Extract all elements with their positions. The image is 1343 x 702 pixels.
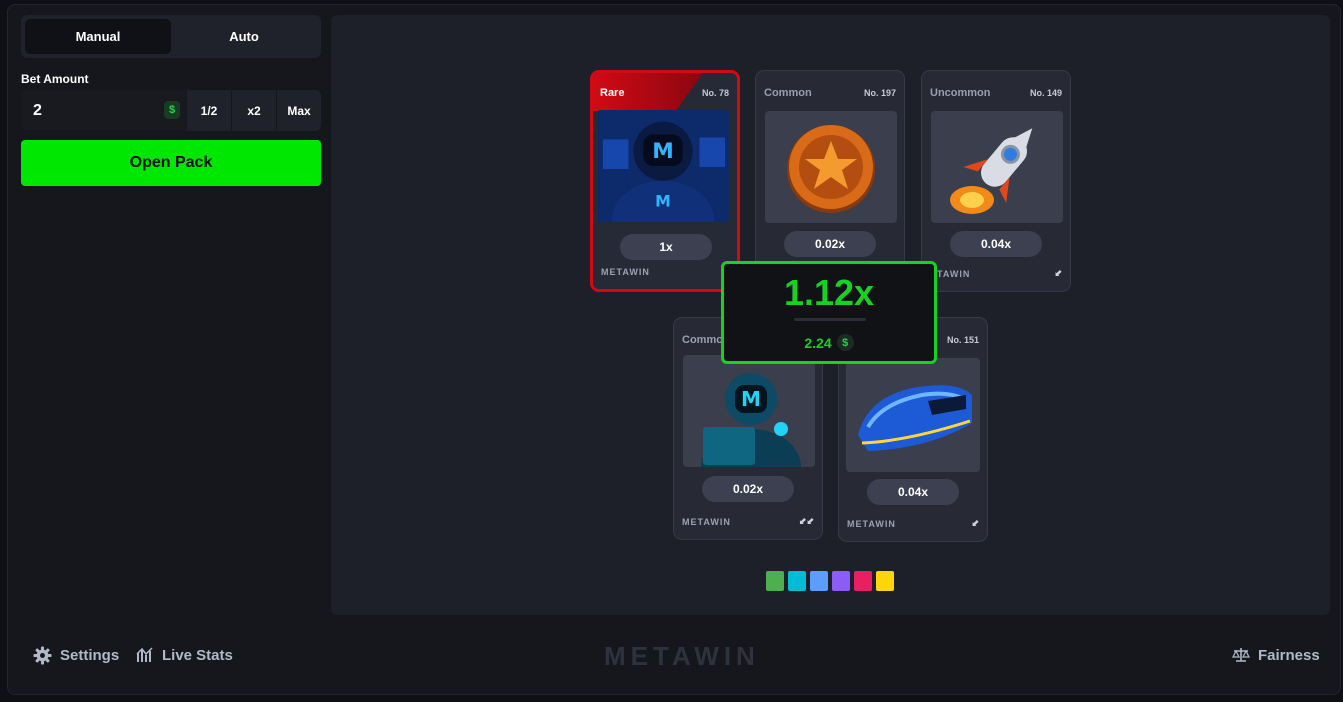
result-panel: 1.12x 2.24 $ <box>721 261 937 364</box>
color-swatches <box>766 571 894 591</box>
swatch[interactable] <box>766 571 784 591</box>
bet-amount-label: Bet Amount <box>21 72 89 86</box>
double-bet-button[interactable]: x2 <box>231 90 276 131</box>
card-multiplier: 0.04x <box>867 479 959 505</box>
hacker-laptop-icon: M <box>683 355 815 467</box>
card-number: No. 197 <box>863 88 896 98</box>
result-payout-value: 2.24 <box>804 334 832 351</box>
fairness-button[interactable]: Fairness <box>1232 646 1320 664</box>
card-uncommon: Uncommon No. 149 0.04x ETAWIN ⬋ <box>921 70 1071 292</box>
result-divider <box>794 318 866 321</box>
swatch[interactable] <box>854 571 872 591</box>
card-brand: METAWIN <box>682 517 731 527</box>
card-multiplier: 0.02x <box>784 231 876 257</box>
star-coin-icon <box>765 111 897 223</box>
settings-button[interactable]: Settings <box>33 646 119 665</box>
card-brand: METAWIN <box>847 519 896 529</box>
hooded-gamer-icon: M M <box>597 110 729 222</box>
card-rarity: Common <box>764 87 812 99</box>
scales-icon <box>1232 648 1250 662</box>
svg-text:M: M <box>655 191 671 210</box>
card-brand: METAWIN <box>601 267 650 277</box>
card-rarity: Rare <box>600 87 625 99</box>
dollar-icon: $ <box>164 101 180 119</box>
swatch[interactable] <box>788 571 806 591</box>
card-rare: Rare No. 78 M M 1x METAWIN <box>590 70 740 292</box>
tab-auto[interactable]: Auto <box>171 19 317 54</box>
card-mark-icon: ⬋⬋ <box>798 516 814 526</box>
open-pack-button[interactable]: Open Pack <box>21 140 321 186</box>
result-multiplier: 1.12x <box>783 272 875 313</box>
live-stats-button[interactable]: Live Stats <box>136 646 233 664</box>
card-multiplier: 0.04x <box>950 231 1042 257</box>
card-mark-icon: ⬋ <box>971 518 979 528</box>
svg-text:M: M <box>652 139 674 164</box>
svg-text:M: M <box>741 387 761 411</box>
card-rarity: Uncommon <box>930 87 991 99</box>
rocket-icon <box>931 111 1063 223</box>
metawin-logo: METAWIN <box>604 641 760 671</box>
card-mark-icon: ⬋ <box>1054 268 1062 278</box>
swatch[interactable] <box>876 571 894 591</box>
bet-amount-value: 2 <box>33 101 42 119</box>
card-number: No. 78 <box>701 88 729 98</box>
result-payout: 2.24 $ <box>724 334 934 351</box>
bet-amount-input[interactable]: 2 $ <box>21 90 186 131</box>
tab-manual[interactable]: Manual <box>25 19 171 54</box>
max-bet-button[interactable]: Max <box>276 90 321 131</box>
card-number: No. 149 <box>1029 88 1062 98</box>
settings-label: Settings <box>60 647 120 664</box>
game-stage: Rare No. 78 M M 1x METAWIN Common No. 19… <box>331 15 1330 615</box>
mode-toggle: Manual Auto <box>21 15 321 58</box>
bet-amount-row: 2 $ 1/2 x2 Max <box>21 90 321 131</box>
dollar-icon: $ <box>836 334 854 351</box>
card-rarity: Commo <box>682 334 723 346</box>
card-number: No. 151 <box>946 335 979 345</box>
card-multiplier: 1x <box>620 234 712 260</box>
bullet-train-icon <box>846 358 980 472</box>
swatch[interactable] <box>810 571 828 591</box>
live-stats-label: Live Stats <box>162 646 233 664</box>
card-common: Common No. 197 0.02x <box>755 70 905 292</box>
gear-icon <box>33 646 52 665</box>
fairness-label: Fairness <box>1258 646 1320 664</box>
half-bet-button[interactable]: 1/2 <box>186 90 231 131</box>
card-multiplier: 0.02x <box>702 476 794 502</box>
swatch[interactable] <box>832 571 850 591</box>
app-window: Manual Auto Bet Amount 2 $ 1/2 x2 Max Op… <box>7 4 1341 695</box>
bar-chart-icon <box>136 647 153 662</box>
